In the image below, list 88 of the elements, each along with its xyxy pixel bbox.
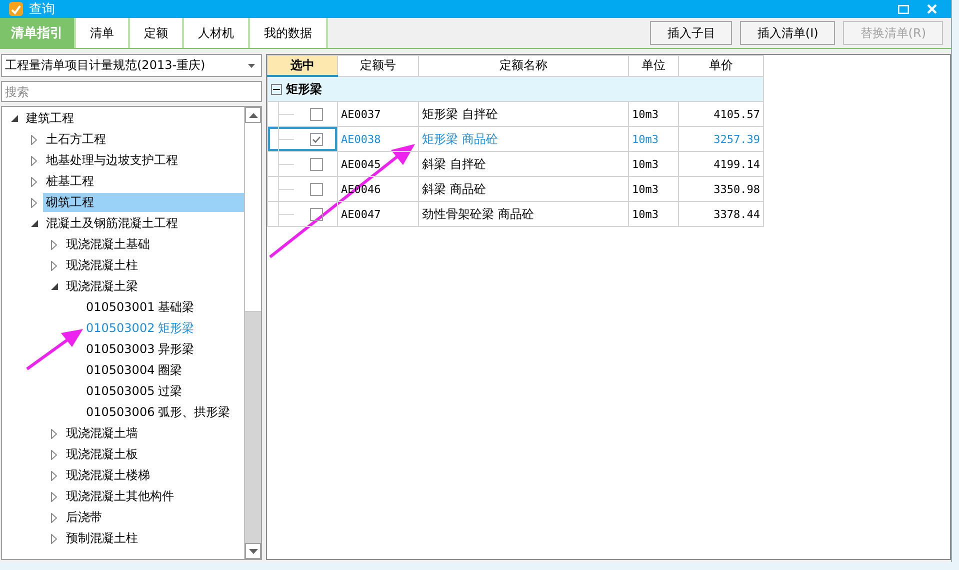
expand-icon[interactable] [51,450,57,460]
table-cell: 斜梁 自拌砼 [418,152,628,176]
column-header[interactable]: 定额名称 [418,56,628,76]
column-header[interactable]: 定额号 [338,56,418,76]
item-code[interactable]: 010503002 [83,319,155,338]
tab[interactable]: 清单 [76,18,130,48]
app-icon [9,2,23,16]
window-title: 查询 [29,1,56,18]
tree-item[interactable]: 现浇混凝土墙 [63,424,141,443]
table-cell: 3378.44 [678,202,764,226]
tree-item[interactable]: 土石方工程 [43,130,109,149]
tree-item[interactable]: 矩形梁 [155,319,197,338]
library-dropdown[interactable]: 工程量清单项目计量规范(2013-重庆) [1,54,262,77]
table-cell: 3350.98 [678,176,764,202]
table-cell: 10m3 [628,176,678,202]
tree-item[interactable]: 建筑工程 [23,109,77,128]
close-icon[interactable] [927,4,937,14]
tree-item[interactable]: 圈梁 [155,361,185,380]
collapse-icon[interactable] [30,220,38,227]
table-cell: 10m3 [628,102,678,126]
tree-item[interactable]: 异形梁 [155,340,197,359]
item-code[interactable]: 010503005 [83,382,155,401]
tab[interactable]: 我的数据 [250,18,328,48]
tree-item[interactable]: 现浇混凝土其他构件 [63,487,177,506]
maximize-icon[interactable] [898,4,909,14]
collapse-icon[interactable] [10,115,18,122]
group-label: 矩形梁 [286,82,322,96]
tree-item[interactable]: 过梁 [155,382,185,401]
expand-icon[interactable] [51,260,57,270]
table-cell: 10m3 [628,152,678,176]
tree-item[interactable]: 桩基工程 [43,172,97,191]
item-code[interactable]: 010503004 [83,361,155,380]
column-header[interactable]: 单价 [678,56,764,76]
scrollbar[interactable] [244,107,261,559]
table-cell: 矩形梁 商品砼 [418,126,628,152]
tree-item[interactable]: 现浇混凝土柱 [63,256,141,275]
scroll-down-icon[interactable] [248,548,258,554]
checkmark-icon [312,136,321,142]
expand-icon[interactable] [31,134,37,144]
table-cell: 4199.14 [678,152,764,176]
table-cell: 4105.57 [678,102,764,126]
tree-item[interactable]: 砌筑工程 [43,193,244,212]
tab[interactable]: 人材机 [184,18,250,48]
tree-item[interactable]: 基础梁 [155,298,197,317]
checkbox[interactable] [310,208,323,220]
tree-item[interactable]: 后浇带 [63,508,105,527]
table-cell: 3257.39 [678,126,764,152]
expand-icon[interactable] [51,492,57,502]
annotation-arrow [26,329,83,370]
expand-icon[interactable] [51,470,57,480]
table-cell: AE0037 [338,102,418,126]
table-cell: 劲性骨架砼梁 商品砼 [418,202,628,226]
column-header[interactable]: 选中 [268,56,338,76]
table-cell: 10m3 [628,126,678,152]
search-field[interactable]: 搜索 [1,81,262,102]
table-cell: 斜梁 商品砼 [418,176,628,202]
tree-item[interactable]: 现浇混凝土基础 [63,235,153,254]
table-cell: 10m3 [628,202,678,226]
checkbox[interactable] [310,108,323,120]
tree-item[interactable]: 混凝土及钢筋混凝土工程 [43,214,181,233]
table-cell: 矩形梁 自拌砼 [418,102,628,126]
item-code[interactable]: 010503003 [83,340,155,359]
expand-icon[interactable] [51,240,57,250]
tree-item[interactable]: 现浇混凝土楼梯 [63,466,153,485]
toolbar-button[interactable]: 插入清单(I) [740,21,836,45]
scroll-up-icon[interactable] [248,112,258,118]
collapse-icon[interactable] [50,283,58,290]
tab[interactable]: 定额 [130,18,184,48]
table-cell: AE0047 [338,202,418,226]
toolbar-button[interactable]: 插入子目 [650,21,732,45]
column-header[interactable]: 单位 [628,56,678,76]
dropdown-arrow-icon[interactable] [248,64,255,68]
expand-icon[interactable] [31,198,37,208]
expand-icon[interactable] [51,534,57,544]
item-code[interactable]: 010503006 [83,403,155,422]
expand-icon[interactable] [31,176,37,186]
tree-item[interactable]: 现浇混凝土梁 [63,277,141,296]
checkbox[interactable] [310,182,323,196]
expand-icon[interactable] [31,156,37,166]
tree-item[interactable]: 现浇混凝土板 [63,445,141,464]
tree-item[interactable]: 预制混凝土柱 [63,529,141,548]
checkbox[interactable] [310,132,323,146]
tree-item[interactable]: 弧形、拱形梁 [155,403,233,422]
expand-icon[interactable] [51,512,57,522]
tree-item[interactable]: 地基处理与边坡支护工程 [43,151,181,170]
checkbox[interactable] [310,158,323,170]
expand-icon[interactable] [51,428,57,438]
item-code[interactable]: 010503001 [83,298,155,317]
